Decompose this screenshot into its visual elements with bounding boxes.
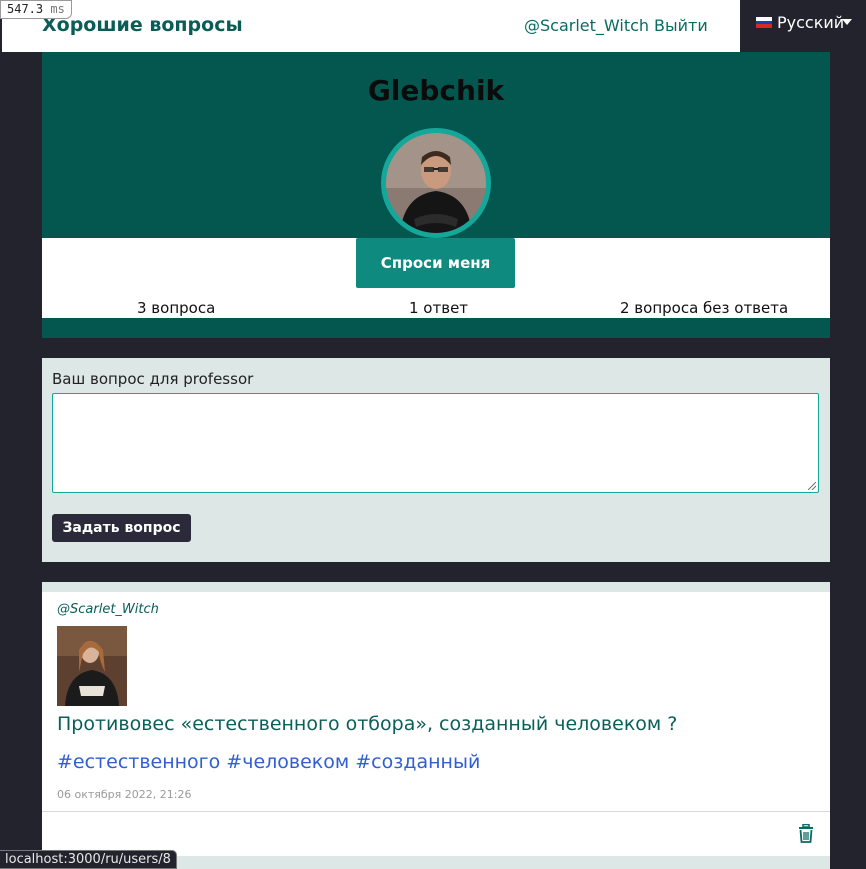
hashtag-link[interactable]: #созданный xyxy=(355,751,480,773)
unanswered-count: 2 вопроса без ответа xyxy=(620,299,789,317)
logout-link[interactable]: Выйти xyxy=(654,16,708,35)
question-form-label: Ваш вопрос для professor xyxy=(52,370,254,388)
hashtag-link[interactable]: #естественного xyxy=(57,751,220,773)
question-body: @Scarlet_Witch Противовес «естественного… xyxy=(42,592,830,811)
language-dropdown[interactable]: Русский xyxy=(740,0,866,52)
render-time-value: 547.3 xyxy=(7,2,44,16)
hashtag-link[interactable]: #человеком xyxy=(226,751,349,773)
profile-avatar xyxy=(381,128,491,238)
question-tags: #естественного #человеком #созданный xyxy=(57,751,486,773)
brand-link[interactable]: Хорошие вопросы xyxy=(42,14,243,36)
question-card: @Scarlet_Witch Противовес «естественного… xyxy=(42,582,830,869)
question-author-link[interactable]: @Scarlet_Witch xyxy=(57,602,159,617)
author-photo xyxy=(57,626,127,706)
top-navbar: Хорошие вопросы @Scarlet_Witch Выйти xyxy=(2,0,740,52)
russia-flag-icon xyxy=(756,17,772,28)
status-bar-url: localhost:3000/ru/users/8 xyxy=(0,850,177,869)
trash-icon[interactable] xyxy=(798,824,814,843)
chevron-down-icon xyxy=(842,19,852,25)
author-avatar[interactable] xyxy=(57,626,127,706)
profile-name: Glebchik xyxy=(367,74,505,107)
ask-me-button[interactable]: Спроси меня xyxy=(356,238,515,288)
question-textarea[interactable] xyxy=(52,393,819,493)
question-form: Ваш вопрос для professor Задать вопрос xyxy=(42,358,830,562)
submit-question-button[interactable]: Задать вопрос xyxy=(52,514,191,542)
question-text: Противовес «естественного отбора», созда… xyxy=(57,713,678,735)
question-date: 06 октября 2022, 21:26 xyxy=(57,788,192,801)
answers-count: 1 ответ xyxy=(409,299,469,317)
render-time-unit: ms xyxy=(50,2,65,16)
profile-card: Glebchik Спроси меня 3 вопроса 1 ответ 2… xyxy=(42,52,830,338)
language-label: Русский xyxy=(777,13,845,32)
profile-photo xyxy=(386,133,486,233)
current-user-link[interactable]: @Scarlet_Witch xyxy=(524,16,649,35)
questions-count: 3 вопроса xyxy=(137,299,216,317)
render-time-badge: 547.3 ms xyxy=(0,0,72,19)
resize-handle-icon[interactable] xyxy=(808,482,816,490)
